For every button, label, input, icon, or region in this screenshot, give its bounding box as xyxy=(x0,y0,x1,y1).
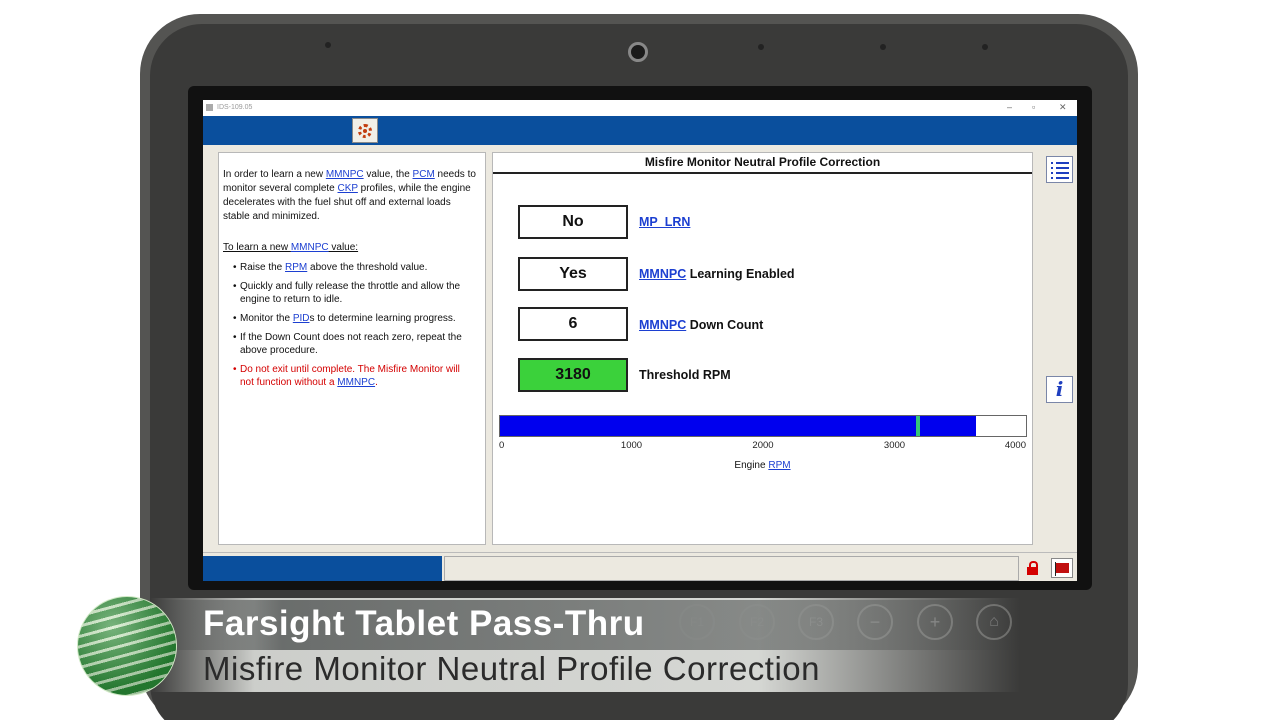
status-progress xyxy=(203,556,442,581)
mmnpc-link[interactable]: MMNPC xyxy=(337,377,375,388)
learn-heading: To learn a new MMNPC value: xyxy=(223,241,358,255)
intro-text-part: value, the xyxy=(363,169,413,180)
intro-text: In order to learn a new MMNPC value, the… xyxy=(223,168,477,224)
info-icon: i xyxy=(1055,377,1064,401)
threshold-rpm-value: 3180 xyxy=(518,358,628,392)
intro-text-part: In order to learn a new xyxy=(223,169,326,180)
warning-item: Do not exit until complete. The Misfire … xyxy=(233,363,473,389)
rpm-gauge xyxy=(499,415,1027,437)
down-count-value: 6 xyxy=(518,307,628,341)
instruction-text: Raise the xyxy=(240,262,286,273)
stage: IDS-109.05 – ▫ ✕ In order to learn a new… xyxy=(0,0,1280,720)
gauge-tick-label: 4000 xyxy=(1004,440,1026,451)
instruction-item: Monitor the PIDs to determine learning p… xyxy=(233,312,473,325)
app-icon xyxy=(206,104,213,111)
instruction-text: s to determine learning progress. xyxy=(309,313,456,324)
gauge-tick-label: 3000 xyxy=(883,440,906,451)
sensor-dot xyxy=(325,42,331,48)
minimize-icon[interactable]: – xyxy=(1007,102,1012,112)
mp-lrn-label: MP_LRN xyxy=(639,214,690,230)
info-button[interactable]: i xyxy=(1046,376,1073,403)
list-icon xyxy=(1051,162,1069,182)
gauge-tick-label: 1000 xyxy=(620,440,643,451)
sensor-dot xyxy=(880,44,886,50)
camera-icon xyxy=(628,42,648,62)
caption-title: Farsight Tablet Pass-Thru xyxy=(203,604,645,643)
down-count-label: MMNPC Down Count xyxy=(639,317,763,333)
sensor-dot xyxy=(758,44,764,50)
pid-link[interactable]: PID xyxy=(293,313,310,324)
learning-enabled-label: MMNPC Learning Enabled xyxy=(639,266,795,282)
title-bar: IDS-109.05 – ▫ ✕ xyxy=(203,100,1077,116)
instruction-item: Raise the RPM above the threshold value. xyxy=(233,261,473,274)
label-text: Threshold RPM xyxy=(639,368,731,382)
status-bar xyxy=(203,552,1077,581)
gauge-axis-label: Engine RPM xyxy=(493,460,1032,471)
instructions-panel: In order to learn a new MMNPC value, the… xyxy=(218,152,486,545)
restore-icon[interactable]: ▫ xyxy=(1032,102,1035,112)
toolbar xyxy=(203,116,1077,145)
panel-title: Misfire Monitor Neutral Profile Correcti… xyxy=(493,153,1032,174)
flag-icon xyxy=(1056,563,1069,573)
rpm-link[interactable]: RPM xyxy=(285,262,307,273)
globe-logo-icon xyxy=(78,597,176,695)
mmnpc-link[interactable]: MMNPC xyxy=(291,242,329,253)
list-button[interactable] xyxy=(1046,156,1073,183)
lock-icon xyxy=(1027,567,1038,575)
threshold-rpm-label: Threshold RPM xyxy=(639,367,731,383)
axis-label-text: Engine xyxy=(734,460,769,471)
mp-lrn-value: No xyxy=(518,205,628,239)
learn-heading-part: To learn a new xyxy=(223,242,291,253)
instruction-item: If the Down Count does not reach zero, r… xyxy=(233,331,473,357)
rpm-link[interactable]: RPM xyxy=(768,460,790,471)
instruction-item: Quickly and fully release the throttle a… xyxy=(233,280,473,306)
window-title: IDS-109.05 xyxy=(217,104,253,111)
ckp-link[interactable]: CKP xyxy=(338,183,358,194)
toolbox-button[interactable] xyxy=(352,118,378,143)
flag-button[interactable] xyxy=(1051,558,1073,578)
warning-text: . xyxy=(375,377,378,388)
gear-icon xyxy=(358,123,372,138)
pcm-link[interactable]: PCM xyxy=(413,169,435,180)
instruction-text: Monitor the xyxy=(240,313,293,324)
mmnpc-link[interactable]: MMNPC xyxy=(639,267,686,281)
gauge-tick-label: 0 xyxy=(499,440,505,451)
learning-enabled-value: Yes xyxy=(518,257,628,291)
gauge-tick-label: 2000 xyxy=(752,440,774,451)
close-icon[interactable]: ✕ xyxy=(1059,102,1067,113)
ids-window: IDS-109.05 – ▫ ✕ In order to learn a new… xyxy=(203,100,1077,581)
mmnpc-link[interactable]: MMNPC xyxy=(639,318,686,332)
sensor-dot xyxy=(982,44,988,50)
label-text: Down Count xyxy=(686,318,764,332)
lock-button[interactable] xyxy=(1023,559,1041,577)
mp-lrn-link[interactable]: MP_LRN xyxy=(639,215,690,229)
label-text: Learning Enabled xyxy=(686,267,795,281)
rpm-gauge-fill xyxy=(500,416,977,436)
learn-heading-part: value: xyxy=(328,242,359,253)
mmnpc-link[interactable]: MMNPC xyxy=(326,169,364,180)
threshold-marker xyxy=(916,416,921,436)
instruction-text: above the threshold value. xyxy=(307,262,428,273)
caption-subtitle: Misfire Monitor Neutral Profile Correcti… xyxy=(203,650,821,687)
instruction-list: Raise the RPM above the threshold value.… xyxy=(233,261,473,395)
status-message-field xyxy=(444,556,1019,581)
monitor-panel: Misfire Monitor Neutral Profile Correcti… xyxy=(492,152,1033,545)
